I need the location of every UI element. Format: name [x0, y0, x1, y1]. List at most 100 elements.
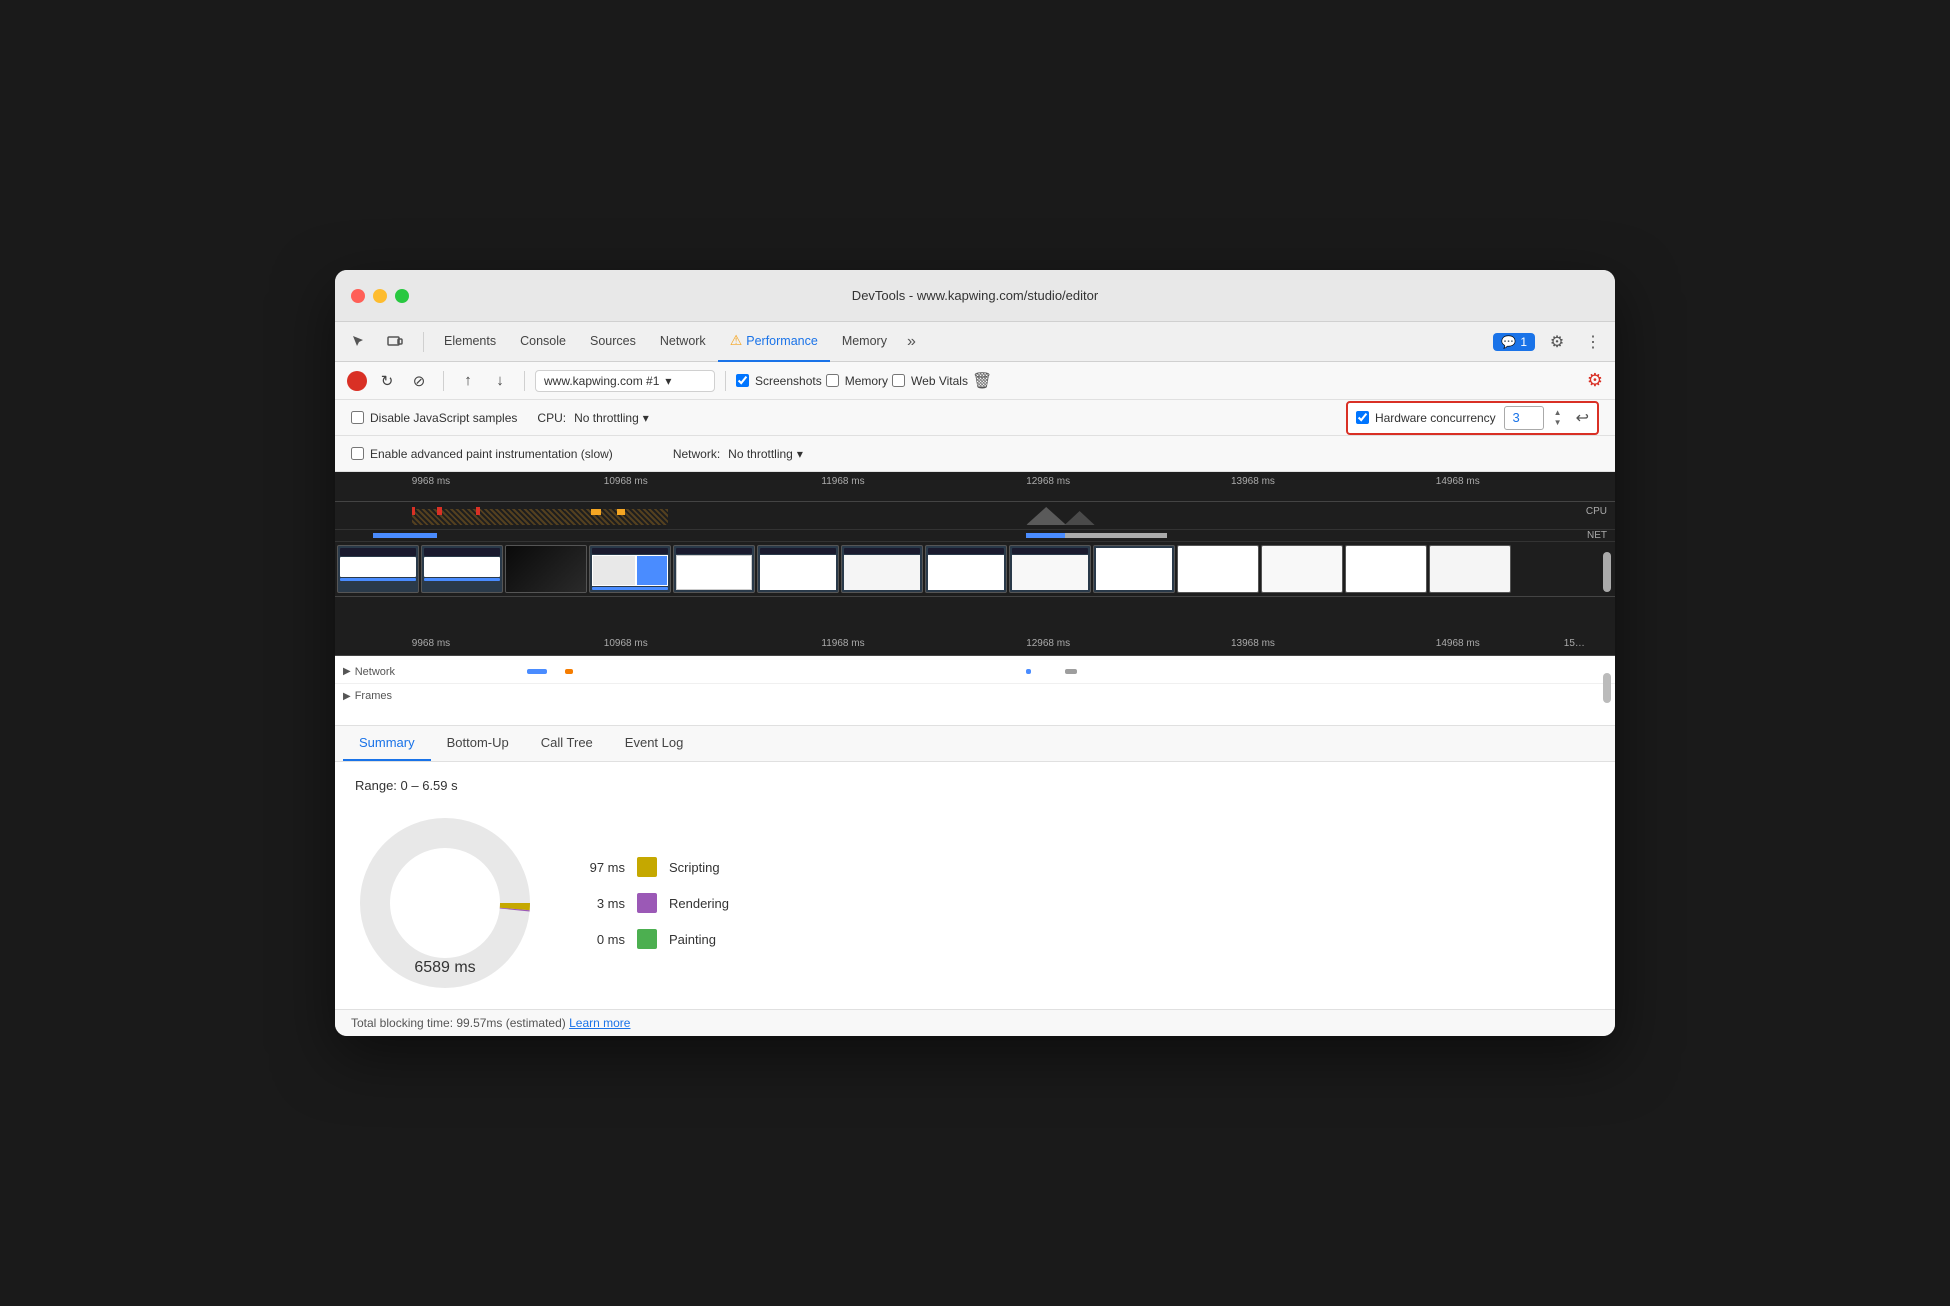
painting-value: 0 ms — [575, 932, 625, 947]
tab-performance[interactable]: ⚠ Performance — [718, 322, 830, 362]
webvitals-checkbox[interactable] — [892, 374, 905, 387]
settings-row-2: Enable advanced paint instrumentation (s… — [335, 436, 1615, 472]
url-dropdown-icon: ▾ — [665, 374, 671, 388]
cpu-dropdown-arrow: ▾ — [643, 411, 649, 425]
painting-name: Painting — [669, 932, 716, 947]
toolbar-divider-3 — [725, 371, 726, 391]
screenshots-checkbox[interactable] — [736, 374, 749, 387]
responsive-tool-icon[interactable] — [379, 326, 411, 358]
ruler-label-2: 11968 ms — [821, 476, 864, 487]
network-dropdown[interactable]: No throttling ▾ — [728, 447, 803, 461]
toolbar-divider-2 — [524, 371, 525, 391]
tab-overflow[interactable]: » — [899, 333, 924, 351]
close-button[interactable] — [351, 289, 365, 303]
status-text: Total blocking time: 99.57ms (estimated) — [351, 1016, 566, 1030]
summary-legend: 97 ms Scripting 3 ms Rendering 0 ms Pain… — [575, 857, 729, 949]
screenshot-8 — [1009, 545, 1091, 593]
tab-elements[interactable]: Elements — [432, 322, 508, 362]
console-badge-button[interactable]: 💬 1 — [1493, 333, 1535, 351]
maximize-button[interactable] — [395, 289, 409, 303]
cpu-dropdown[interactable]: No throttling ▾ — [574, 411, 649, 425]
screenshot-3 — [589, 545, 671, 593]
settings-row-1: Disable JavaScript samples CPU: No throt… — [335, 400, 1615, 436]
reload-button[interactable]: ↻ — [373, 367, 401, 395]
summary-content-area: Range: 0 – 6.59 s 6589 ms 97 ms — [335, 762, 1615, 1009]
hw-concurrency-checkbox[interactable] — [1356, 411, 1369, 424]
screenshot-10 — [1177, 545, 1259, 593]
screenshot-0 — [337, 545, 419, 593]
enable-paint-checkbox[interactable] — [351, 447, 364, 460]
hw-concurrency-label[interactable]: Hardware concurrency — [1356, 411, 1496, 425]
memory-checkbox-label[interactable]: Memory — [826, 374, 888, 388]
cursor-tool-icon[interactable] — [343, 326, 375, 358]
timeline-ruler-top: 9968 ms 10968 ms 11968 ms 12968 ms 13968… — [335, 472, 1615, 502]
minimize-button[interactable] — [373, 289, 387, 303]
timeline-ruler-bottom: 9968 ms 10968 ms 11968 ms 12968 ms 13968… — [335, 632, 1615, 656]
network-label: Network: — [673, 447, 720, 461]
upload-button[interactable]: ↑ — [454, 367, 482, 395]
tab-network[interactable]: Network — [648, 322, 718, 362]
rendering-swatch — [637, 893, 657, 913]
legend-item-rendering: 3 ms Rendering — [575, 893, 729, 913]
tab-sources[interactable]: Sources — [578, 322, 648, 362]
toolbar-divider-1 — [443, 371, 444, 391]
scripting-name: Scripting — [669, 860, 720, 875]
ruler-label-3: 12968 ms — [1026, 476, 1070, 487]
net-bar-1 — [373, 533, 437, 538]
stop-button[interactable]: ⊘ — [405, 367, 433, 395]
tab-event-log[interactable]: Event Log — [609, 725, 700, 761]
record-button[interactable] — [347, 371, 367, 391]
webvitals-checkbox-label[interactable]: Web Vitals — [892, 374, 968, 388]
legend-item-scripting: 97 ms Scripting — [575, 857, 729, 877]
disable-js-label[interactable]: Disable JavaScript samples — [351, 411, 517, 425]
stepper-up-button[interactable]: ▲ — [1552, 408, 1564, 418]
tab-call-tree[interactable]: Call Tree — [525, 725, 609, 761]
bottom-tabs: Summary Bottom-Up Call Tree Event Log — [335, 726, 1615, 762]
cpu-orange-bar-2 — [617, 509, 625, 515]
tab-memory[interactable]: Memory — [830, 322, 899, 362]
tab-summary[interactable]: Summary — [343, 725, 431, 761]
badge-icon: 💬 — [1501, 335, 1516, 349]
tab-console[interactable]: Console — [508, 322, 578, 362]
download-button[interactable]: ↓ — [486, 367, 514, 395]
learn-more-link[interactable]: Learn more — [569, 1016, 630, 1030]
cpu-red-bar-1 — [412, 507, 415, 515]
url-selector[interactable]: www.kapwing.com #1 ▾ — [535, 370, 715, 392]
scripting-value: 97 ms — [575, 860, 625, 875]
painting-swatch — [637, 929, 657, 949]
cpu-track: CPU — [335, 502, 1615, 530]
cpu-red-bar-3 — [476, 507, 480, 515]
tab-bottom-up[interactable]: Bottom-Up — [431, 725, 525, 761]
screenshots-track — [335, 542, 1615, 597]
timeline-scrollbar-thumb[interactable] — [1603, 552, 1611, 592]
hw-concurrency-undo-button[interactable]: ↩ — [1576, 408, 1589, 428]
screenshot-9 — [1093, 545, 1175, 593]
url-value: www.kapwing.com #1 — [544, 374, 659, 388]
settings-icon-button[interactable]: ⚙ — [1543, 328, 1571, 356]
enable-paint-label[interactable]: Enable advanced paint instrumentation (s… — [351, 447, 613, 461]
disable-js-checkbox[interactable] — [351, 411, 364, 424]
settings-red-icon[interactable]: ⚙ — [1587, 370, 1603, 390]
legend-item-painting: 0 ms Painting — [575, 929, 729, 949]
track-scrollbar-thumb[interactable] — [1603, 673, 1611, 703]
screenshot-2 — [505, 545, 587, 593]
stepper-down-button[interactable]: ▼ — [1552, 418, 1564, 428]
network-dropdown-arrow: ▾ — [797, 447, 803, 461]
memory-checkbox[interactable] — [826, 374, 839, 387]
cpu-orange-bar-1 — [591, 509, 601, 515]
screenshot-6 — [841, 545, 923, 593]
nav-divider — [423, 332, 424, 352]
summary-chart-area: 6589 ms 97 ms Scripting 3 ms Rendering 0… — [355, 813, 1595, 993]
clear-button[interactable]: 🗑 — [972, 371, 992, 391]
devtools-nav: Elements Console Sources Network ⚠ Perfo… — [335, 322, 1615, 362]
screenshot-1 — [421, 545, 503, 593]
frames-collapse-icon[interactable]: ▶ — [343, 691, 351, 702]
rendering-value: 3 ms — [575, 896, 625, 911]
more-options-button[interactable]: ⋮ — [1579, 328, 1607, 356]
net-bar-2 — [1026, 533, 1064, 538]
hw-concurrency-stepper[interactable]: ▲ ▼ — [1552, 408, 1564, 428]
hw-concurrency-input[interactable]: 3 — [1504, 406, 1544, 430]
screenshots-checkbox-label[interactable]: Screenshots — [736, 374, 822, 388]
toolbar-row: ↻ ⊘ ↑ ↓ www.kapwing.com #1 ▾ Screenshots… — [335, 362, 1615, 400]
cpu-track-label: CPU — [1586, 506, 1607, 517]
